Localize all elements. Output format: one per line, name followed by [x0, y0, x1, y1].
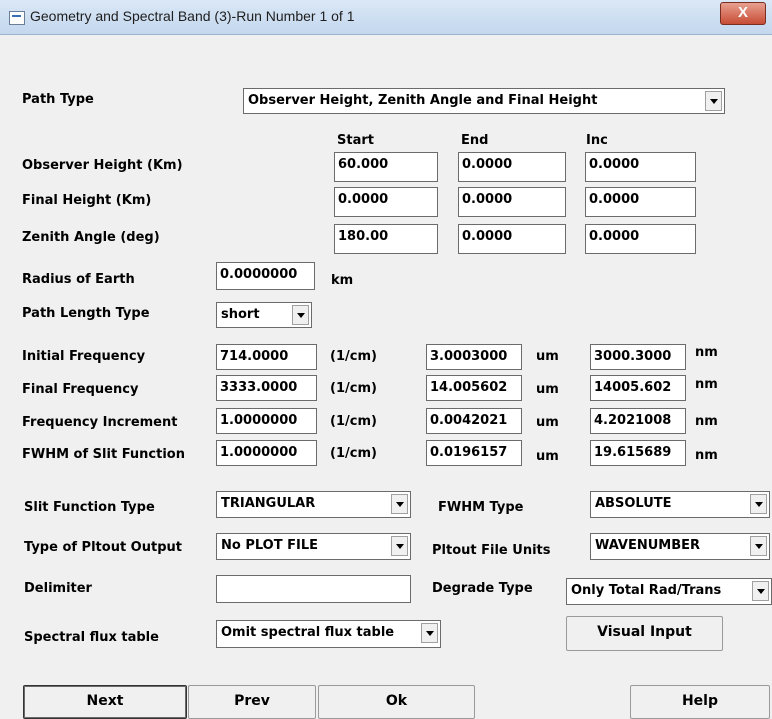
- slit-function-type-value: TRIANGULAR: [221, 496, 316, 511]
- frequency-increment-nm-unit: nm: [695, 414, 718, 429]
- path-type-value: Observer Height, Zenith Angle and Final …: [248, 93, 598, 108]
- final-frequency-cm-unit: (1/cm): [330, 381, 377, 396]
- visual-input-button[interactable]: Visual Input: [566, 616, 723, 651]
- final-frequency-cm-input[interactable]: 3333.0000: [216, 375, 317, 401]
- observer-height-inc-input[interactable]: 0.0000: [585, 152, 696, 182]
- frequency-increment-um-input[interactable]: 0.0042021: [426, 408, 522, 434]
- final-height-inc-input[interactable]: 0.0000: [585, 187, 696, 217]
- radius-of-earth-input[interactable]: 0.0000000: [216, 262, 315, 290]
- window-title: Geometry and Spectral Band (3)-Run Numbe…: [30, 8, 355, 24]
- path-type-label: Path Type: [22, 92, 94, 107]
- final-height-label: Final Height (Km): [22, 193, 152, 208]
- initial-frequency-nm-unit: nm: [695, 345, 718, 360]
- slit-function-type-label: Slit Function Type: [24, 500, 155, 515]
- degrade-type-value: Only Total Rad/Trans: [571, 583, 722, 598]
- chevron-down-icon[interactable]: [292, 305, 309, 325]
- fwhm-slit-cm-input[interactable]: 1.0000000: [216, 440, 317, 466]
- fwhm-type-value: ABSOLUTE: [595, 496, 672, 511]
- column-end-header: End: [461, 133, 489, 148]
- column-inc-header: Inc: [586, 133, 608, 148]
- zenith-angle-label: Zenith Angle (deg): [22, 230, 160, 245]
- app-window-icon: [9, 11, 25, 25]
- pltout-file-units-label: Pltout File Units: [432, 543, 551, 558]
- observer-height-start-input[interactable]: 60.000: [334, 152, 438, 182]
- path-length-type-label: Path Length Type: [22, 306, 150, 321]
- observer-height-end-input[interactable]: 0.0000: [458, 152, 566, 182]
- help-button[interactable]: Help: [630, 685, 770, 719]
- spectral-flux-table-select[interactable]: Omit spectral flux table: [216, 620, 441, 648]
- spectral-flux-table-label: Spectral flux table: [24, 630, 159, 645]
- next-button[interactable]: Next: [23, 685, 187, 719]
- path-type-select[interactable]: Observer Height, Zenith Angle and Final …: [243, 88, 725, 114]
- chevron-down-icon[interactable]: [391, 536, 408, 556]
- final-height-start-input[interactable]: 0.0000: [334, 187, 438, 217]
- column-start-header: Start: [337, 133, 374, 148]
- degrade-type-label: Degrade Type: [432, 581, 533, 596]
- chevron-down-icon[interactable]: [705, 91, 722, 111]
- chevron-down-icon[interactable]: [391, 494, 408, 514]
- zenith-angle-end-input[interactable]: 0.0000: [458, 224, 566, 254]
- initial-frequency-nm-input[interactable]: 3000.3000: [590, 344, 686, 370]
- prev-button[interactable]: Prev: [188, 685, 316, 719]
- final-height-end-input[interactable]: 0.0000: [458, 187, 566, 217]
- frequency-increment-cm-unit: (1/cm): [330, 414, 377, 429]
- path-length-type-value: short: [221, 307, 260, 322]
- fwhm-type-label: FWHM Type: [438, 500, 524, 515]
- initial-frequency-um-input[interactable]: 3.0003000: [426, 344, 522, 370]
- fwhm-slit-nm-unit: nm: [695, 448, 718, 463]
- radius-of-earth-label: Radius of Earth: [22, 272, 135, 287]
- path-length-type-select[interactable]: short: [216, 302, 312, 328]
- delimiter-input[interactable]: [216, 575, 411, 603]
- initial-frequency-cm-input[interactable]: 714.0000: [216, 344, 317, 370]
- close-button[interactable]: X: [720, 2, 766, 25]
- final-frequency-nm-input[interactable]: 14005.602: [590, 375, 686, 401]
- fwhm-slit-um-input[interactable]: 0.0196157: [426, 440, 522, 466]
- frequency-increment-label: Frequency Increment: [22, 415, 178, 430]
- frequency-increment-nm-input[interactable]: 4.2021008: [590, 408, 686, 434]
- pltout-output-type-select[interactable]: No PLOT FILE: [216, 533, 411, 560]
- final-frequency-um-input[interactable]: 14.005602: [426, 375, 522, 401]
- fwhm-type-select[interactable]: ABSOLUTE: [590, 491, 770, 518]
- radius-unit-label: km: [331, 273, 354, 288]
- fwhm-slit-cm-unit: (1/cm): [330, 446, 377, 461]
- chevron-down-icon[interactable]: [750, 494, 767, 514]
- final-frequency-label: Final Frequency: [22, 382, 139, 397]
- chevron-down-icon[interactable]: [752, 581, 769, 601]
- fwhm-slit-um-unit: um: [536, 449, 559, 464]
- fwhm-slit-function-label: FWHM of Slit Function: [22, 447, 185, 462]
- chevron-down-icon[interactable]: [750, 536, 767, 556]
- ok-button[interactable]: Ok: [318, 685, 475, 719]
- title-bar: Geometry and Spectral Band (3)-Run Numbe…: [0, 0, 772, 35]
- initial-frequency-label: Initial Frequency: [22, 349, 146, 364]
- fwhm-slit-nm-input[interactable]: 19.615689: [590, 440, 686, 466]
- zenith-angle-inc-input[interactable]: 0.0000: [585, 224, 696, 254]
- degrade-type-select[interactable]: Only Total Rad/Trans: [566, 578, 772, 605]
- frequency-increment-cm-input[interactable]: 1.0000000: [216, 408, 317, 434]
- pltout-output-type-label: Type of Pltout Output: [24, 540, 182, 555]
- pltout-file-units-select[interactable]: WAVENUMBER: [590, 533, 770, 560]
- frequency-increment-um-unit: um: [536, 415, 559, 430]
- final-frequency-um-unit: um: [536, 382, 559, 397]
- initial-frequency-cm-unit: (1/cm): [330, 349, 377, 364]
- final-frequency-nm-unit: nm: [695, 377, 718, 392]
- chevron-down-icon[interactable]: [421, 623, 438, 643]
- zenith-angle-start-input[interactable]: 180.00: [334, 224, 438, 254]
- pltout-file-units-value: WAVENUMBER: [595, 538, 701, 553]
- pltout-output-type-value: No PLOT FILE: [221, 538, 319, 553]
- observer-height-label: Observer Height (Km): [22, 158, 183, 173]
- spectral-flux-table-value: Omit spectral flux table: [221, 625, 395, 640]
- slit-function-type-select[interactable]: TRIANGULAR: [216, 491, 411, 518]
- initial-frequency-um-unit: um: [536, 349, 559, 364]
- delimiter-label: Delimiter: [24, 581, 92, 596]
